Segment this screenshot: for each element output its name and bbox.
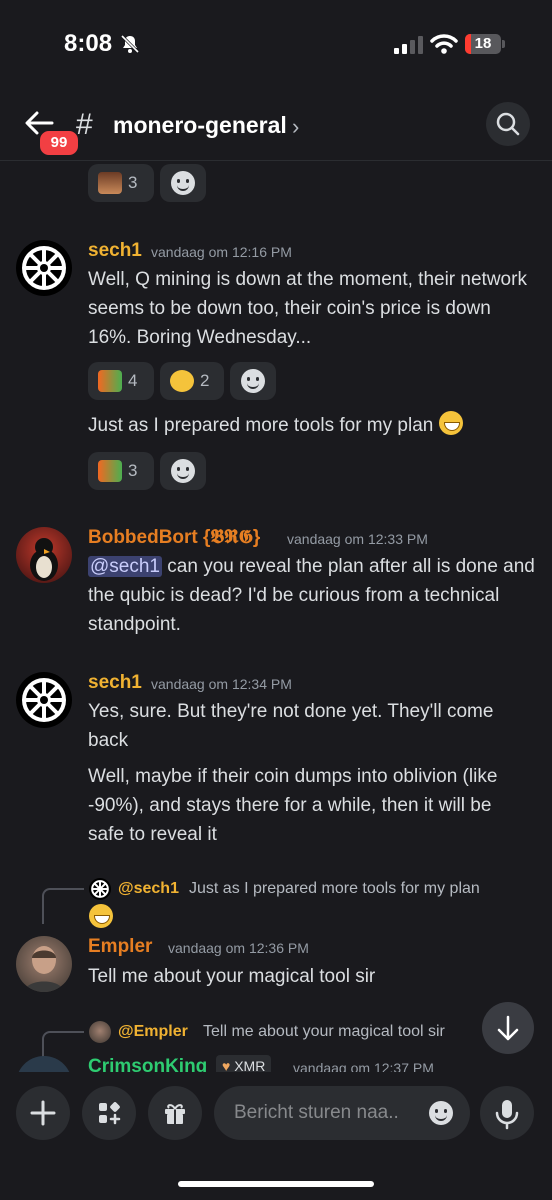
status-time: 8:08 (64, 30, 113, 57)
message-text: @sech1 can you reveal the plan after all… (88, 552, 538, 639)
message-text: Well, Q mining is down at the moment, th… (88, 269, 527, 348)
reaction-wink[interactable]: 2 (160, 362, 224, 400)
reply-avatar-icon (89, 878, 111, 900)
chevron-right-icon[interactable]: › (292, 114, 299, 140)
reply-mention[interactable]: @sech1 (118, 880, 179, 898)
meme-face-emoji-icon (98, 172, 122, 194)
reaction-monero-pepe[interactable]: 4 (88, 362, 154, 400)
message-author[interactable]: BobbedBort {𝕭𝕽𝕲} (88, 527, 260, 549)
add-reaction-icon (171, 171, 195, 195)
user-mention[interactable]: @sech1 (88, 556, 162, 577)
unread-badge: 99 (37, 128, 81, 158)
message-author[interactable]: sech1 (88, 672, 142, 694)
reply-connector (42, 888, 84, 924)
message-text-content: Just as I prepared more tools for my pla… (88, 415, 434, 436)
avatar[interactable] (16, 936, 72, 992)
galactic-empire-avatar-icon (22, 678, 66, 722)
message-timestamp: vandaag om 12:33 PM (287, 531, 428, 547)
message-text: Yes, sure. But they're not done yet. The… (88, 701, 494, 751)
author-tag: {𝕭𝕽𝕲} (203, 527, 261, 548)
grinning-emoji-icon (89, 904, 113, 928)
man-portrait-avatar-icon (24, 946, 64, 992)
add-attachment-button[interactable] (16, 1086, 70, 1140)
avatar[interactable] (16, 240, 72, 296)
reaction-count: 3 (128, 173, 138, 192)
monero-pepe-emoji-icon (98, 370, 122, 392)
message-input-placeholder[interactable]: Bericht sturen naa.. (234, 1102, 399, 1124)
arrow-down-icon (497, 1015, 519, 1041)
battery-indicator: 18 (465, 34, 501, 54)
message-timestamp: vandaag om 12:16 PM (151, 244, 292, 260)
apps-icon (99, 1102, 121, 1125)
search-icon (496, 112, 520, 136)
galactic-empire-avatar-icon (22, 246, 66, 290)
channel-hash-icon: # (76, 108, 93, 141)
gift-button[interactable] (148, 1086, 202, 1140)
reaction-count: 3 (128, 461, 138, 480)
reaction-count: 4 (128, 371, 138, 390)
reaction-count: 2 (200, 371, 210, 390)
reply-preview[interactable]: Tell me about your magical tool sir (203, 1023, 481, 1041)
winking-face-emoji-icon (170, 370, 194, 392)
penguin-avatar-icon (30, 538, 58, 581)
header-divider (0, 160, 552, 161)
microphone-icon (495, 1100, 519, 1130)
message-text: Just as I prepared more tools for my pla… (88, 411, 528, 440)
author-name: BobbedBort (88, 527, 198, 548)
channel-name[interactable]: monero-general (113, 112, 287, 139)
reaction-meme[interactable]: 3 (88, 164, 154, 202)
apps-button[interactable] (82, 1086, 136, 1140)
message-text: Tell me about your magical tool sir (88, 966, 376, 987)
message-text: Well, maybe if their coin dumps into obl… (88, 766, 498, 845)
message-author[interactable]: Empler (88, 936, 152, 958)
home-indicator (178, 1181, 374, 1187)
add-reaction-button[interactable] (230, 362, 276, 400)
grinning-emoji-icon (438, 411, 463, 435)
voice-message-button[interactable] (480, 1086, 534, 1140)
bell-muted-icon (120, 34, 140, 54)
wifi-icon (430, 34, 458, 54)
emoji-icon (429, 1101, 453, 1125)
reply-mention[interactable]: @Empler (118, 1023, 188, 1041)
avatar[interactable] (16, 527, 72, 583)
cell-signal-icon (394, 36, 423, 54)
avatar[interactable] (16, 672, 72, 728)
search-button[interactable] (486, 102, 530, 146)
add-reaction-button[interactable] (160, 164, 206, 202)
battery-nub (502, 40, 505, 48)
reply-avatar-icon (89, 1021, 111, 1043)
battery-level: 18 (474, 35, 492, 52)
monero-pepe-emoji-icon (98, 460, 122, 482)
message-author[interactable]: sech1 (88, 240, 142, 262)
emoji-picker-button[interactable] (418, 1094, 464, 1132)
add-reaction-icon (171, 459, 195, 483)
gift-icon (165, 1104, 185, 1124)
plus-icon (30, 1100, 56, 1126)
reply-preview[interactable]: Just as I prepared more tools for my pla… (189, 880, 480, 898)
add-reaction-icon (241, 369, 265, 393)
scroll-to-bottom-button[interactable] (482, 1002, 534, 1054)
message-timestamp: vandaag om 12:34 PM (151, 676, 292, 692)
reaction-monero-pepe[interactable]: 3 (88, 452, 154, 490)
message-timestamp: vandaag om 12:36 PM (168, 940, 309, 956)
add-reaction-button[interactable] (160, 452, 206, 490)
